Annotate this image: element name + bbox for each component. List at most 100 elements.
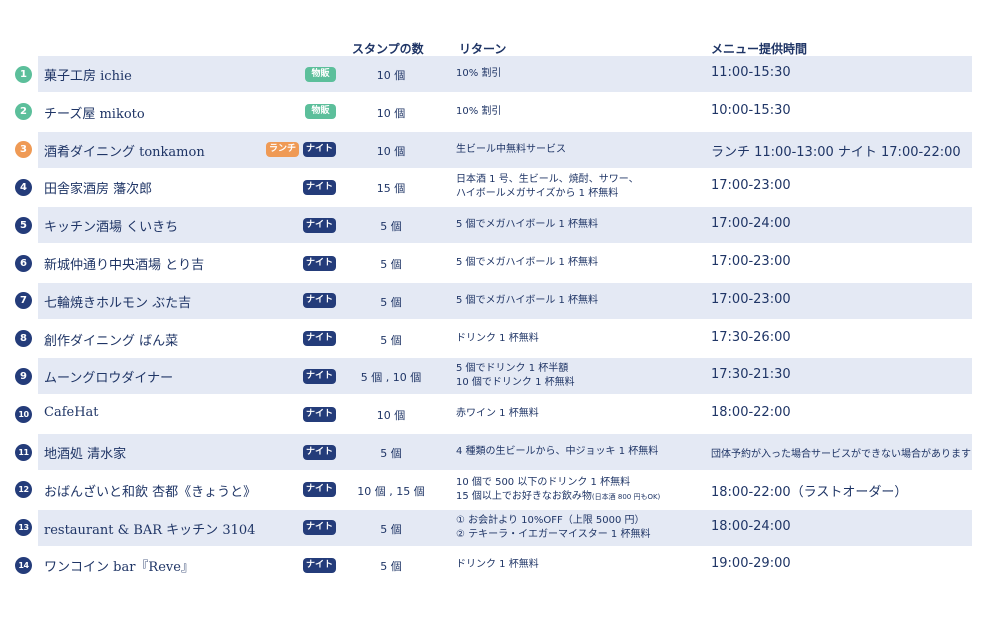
return-text: 5 個でメガハイボール 1 杯無料 xyxy=(456,218,598,232)
return-text: ドリンク 1 杯無料 xyxy=(456,558,539,572)
return-line-text: ハイボールメガサイズから 1 杯無料 xyxy=(456,188,619,200)
return-text: 10 個で 500 以下のドリンク 1 杯無料 15 個以上でお好きなお飲み物(日… xyxy=(456,476,660,504)
return-line: 赤ワイン 1 杯無料 xyxy=(456,407,539,421)
shop-name: 地酒処 清水家 xyxy=(44,447,127,462)
row-number-badge: 10 xyxy=(15,405,32,423)
shop-name: 菓子工房 ichie xyxy=(44,69,132,84)
badge-night: ナイト xyxy=(303,331,336,347)
row-number-badge: 14 xyxy=(15,556,32,574)
menu-time: 18:00-24:00 xyxy=(711,518,791,534)
return-text: 生ビール中無料サービス xyxy=(456,143,566,157)
header-menu-time: メニュー提供時間 xyxy=(711,42,808,56)
return-line: 10% 割引 xyxy=(456,105,501,119)
shop-name: 新城仲通り中央酒場 とり吉 xyxy=(44,258,205,273)
stamp-count: 10 個 xyxy=(376,69,406,82)
return-text: 10% 割引 xyxy=(456,105,501,119)
row-number-badge: 9 xyxy=(15,367,32,385)
shop-name: おばんざいと和飲 杏都《きょうと》 xyxy=(44,484,257,500)
return-text: 5 個でメガハイボール 1 杯無料 xyxy=(456,294,598,308)
return-line-text: 日本酒 1 号、生ビール、焼酎、サワー、 xyxy=(456,174,639,186)
return-line: 5 個でメガハイボール 1 杯無料 xyxy=(456,256,598,270)
shop-name: 創作ダイニング ばん菜 xyxy=(44,333,179,349)
return-line-text: 10% 割引 xyxy=(456,68,502,79)
menu-time: 19:00-29:00 xyxy=(711,556,791,572)
badge-night: ナイト xyxy=(303,482,336,498)
row-number-badge: 1 xyxy=(15,65,32,83)
stamp-count: 5 個 xyxy=(380,295,402,309)
row-number-badge: 5 xyxy=(15,216,32,234)
return-line: ドリンク 1 杯無料 xyxy=(456,332,539,346)
menu-time: 17:30-26:00 xyxy=(711,329,791,345)
shop-name: 酒肴ダイニング tonkamon xyxy=(44,144,205,160)
badge-lunch: ランチ xyxy=(266,142,299,158)
return-text: ドリンク 1 杯無料 xyxy=(456,332,539,346)
return-line: 生ビール中無料サービス xyxy=(456,143,566,157)
return-text: 5 個でドリンク 1 杯半額 10 個でドリンク 1 杯無料 xyxy=(456,362,575,390)
badge-night: ナイト xyxy=(303,293,336,309)
row-number-badge: 8 xyxy=(15,330,32,348)
row-number-badge: 6 xyxy=(15,254,32,272)
shop-name: 田舎家酒房 藩次郎 xyxy=(44,182,153,198)
return-line: 日本酒 1 号、生ビール、焼酎、サワー、 xyxy=(456,173,639,187)
return-line-text: ドリンク 1 杯無料 xyxy=(456,559,539,571)
menu-time: ランチ 11:00-13:00 ナイト 17:00-22:00 xyxy=(711,144,961,160)
return-line-text: ① お会計より 10%OFF（上限 5000 円） xyxy=(456,514,645,526)
menu-time: 18:00-22:00（ラストオーダー） xyxy=(711,484,908,500)
badge-night: ナイト xyxy=(303,368,336,384)
return-line: ドリンク 1 杯無料 xyxy=(456,558,539,572)
badge-night: ナイト xyxy=(303,217,336,233)
stamp-count: 15 個 xyxy=(376,182,406,196)
menu-time: 10:00-15:30 xyxy=(711,102,791,118)
menu-time: 17:30-21:30 xyxy=(711,367,791,383)
badge-night: ナイト xyxy=(303,179,336,195)
return-text: 4 種類の生ビールから、中ジョッキ 1 杯無料 xyxy=(456,445,658,459)
badge-night: ナイト xyxy=(303,520,336,536)
badge-night: ナイト xyxy=(303,444,336,460)
menu-time: 18:00-22:00 xyxy=(711,405,791,421)
return-line: 5 個でメガハイボール 1 杯無料 xyxy=(456,294,598,308)
badge-night: ナイト xyxy=(303,142,336,158)
return-text: 5 個でメガハイボール 1 杯無料 xyxy=(456,256,598,270)
return-line: ハイボールメガサイズから 1 杯無料 xyxy=(456,187,639,201)
return-line: 5 個でドリンク 1 杯半額 xyxy=(456,362,575,376)
menu-time: 団体予約が入った場合サービスができない場合があります xyxy=(711,449,971,460)
row-number-badge: 4 xyxy=(15,178,32,196)
return-line-text: 赤ワイン 1 杯無料 xyxy=(456,408,539,420)
return-line-text: 5 個でドリンク 1 杯半額 xyxy=(456,363,569,375)
return-text: 10% 割引 xyxy=(456,67,501,81)
row-number-badge: 11 xyxy=(15,443,32,461)
return-line-text: ② テキーラ・イエガーマイスター 1 杯無料 xyxy=(456,528,651,540)
shop-name: ムーングロウダイナー xyxy=(44,371,174,387)
return-line: 15 個以上でお好きなお飲み物(日本酒 800 円もOK) xyxy=(456,490,660,504)
row-number-badge: 2 xyxy=(15,103,32,121)
shop-name: チーズ屋 mikoto xyxy=(44,106,145,122)
badge-retail: 物販 xyxy=(305,66,336,82)
menu-time: 17:00-23:00 xyxy=(711,254,791,269)
shop-name: ワンコイン bar『Reve』 xyxy=(44,560,194,576)
shop-name: キッチン酒場 くいきち xyxy=(44,220,179,236)
stamp-count: 10 個 xyxy=(376,409,406,423)
return-line-text: 10 個で 500 以下のドリンク 1 杯無料 xyxy=(456,476,631,488)
return-line-text: 10 個でドリンク 1 杯無料 xyxy=(456,377,575,389)
header-return: リターン xyxy=(459,42,507,56)
return-text: ① お会計より 10%OFF（上限 5000 円） ② テキーラ・イエガーマイスタ… xyxy=(456,514,650,542)
return-line: 10 個で 500 以下のドリンク 1 杯無料 xyxy=(456,476,660,490)
return-line: 5 個でメガハイボール 1 杯無料 xyxy=(456,218,598,232)
return-line-text: 生ビール中無料サービス xyxy=(456,143,566,155)
return-line: 4 種類の生ビールから、中ジョッキ 1 杯無料 xyxy=(456,445,658,459)
stamp-count: 10 個 , 15 個 xyxy=(357,484,425,498)
badge-night: ナイト xyxy=(303,406,336,422)
shop-name: CafeHat xyxy=(44,405,99,421)
shop-name: 七輪焼きホルモン ぶた吉 xyxy=(44,295,192,311)
return-line-text: 10% 割引 xyxy=(456,105,502,117)
return-note: (日本酒 800 円もOK) xyxy=(591,492,661,501)
return-line: ② テキーラ・イエガーマイスター 1 杯無料 xyxy=(456,528,650,542)
return-line-text: 4 種類の生ビールから、中ジョッキ 1 杯無料 xyxy=(456,446,659,457)
stamp-count: 5 個 , 10 個 xyxy=(360,371,422,385)
badge-night: ナイト xyxy=(303,255,336,271)
menu-time: 17:00-24:00 xyxy=(711,216,791,232)
return-line: ① お会計より 10%OFF（上限 5000 円） xyxy=(456,514,650,528)
row-background xyxy=(38,56,972,92)
stamp-count: 10 個 xyxy=(376,106,406,120)
row-number-badge: 7 xyxy=(15,292,32,310)
